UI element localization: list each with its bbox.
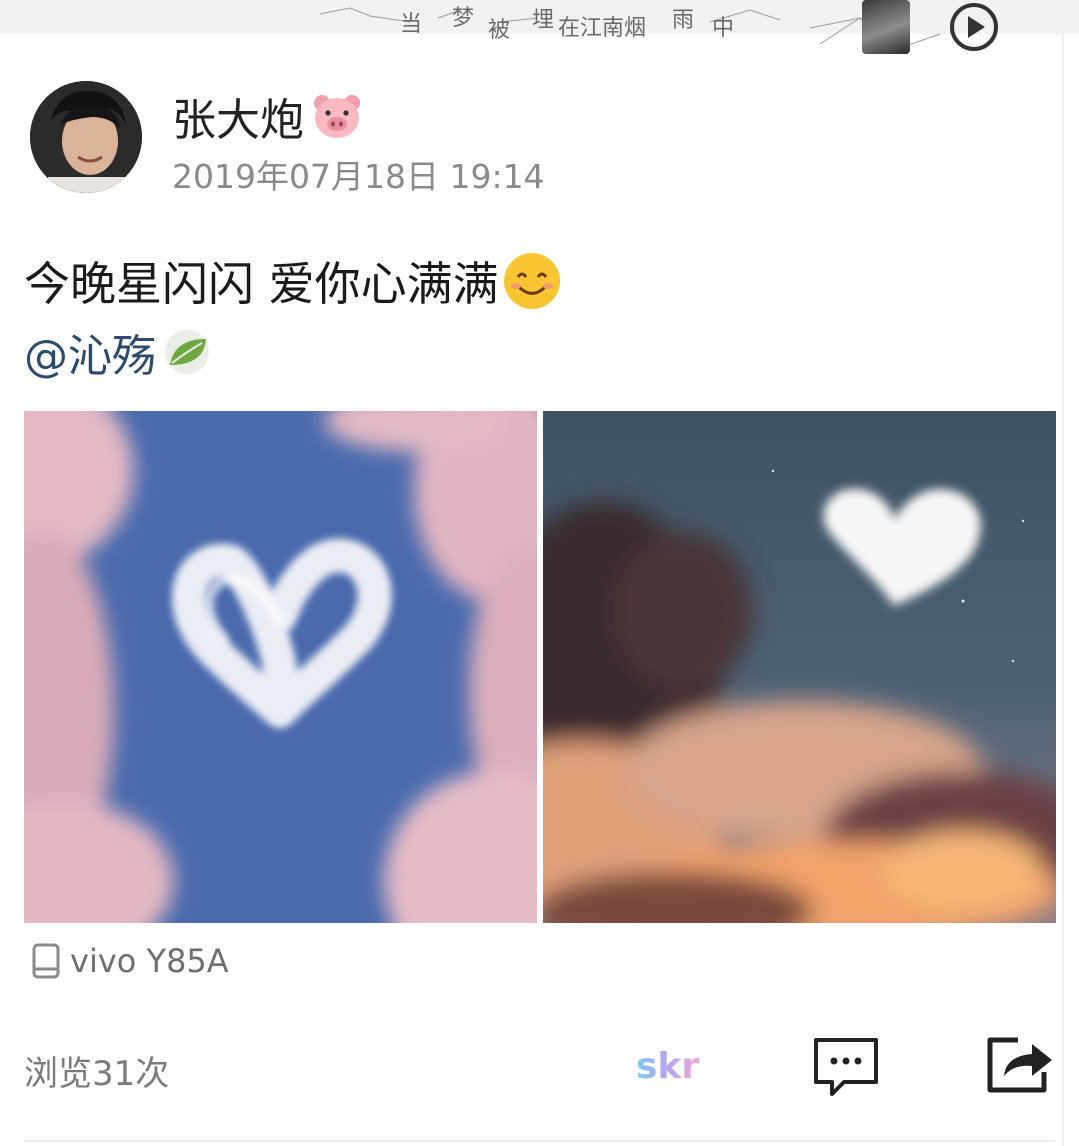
green-leaf-icon — [165, 330, 209, 374]
phone-icon — [32, 943, 60, 979]
lyrics-line: 当 梦 被 埋 在江南烟 雨 中 — [300, 0, 820, 43]
view-count: 浏览31次 — [24, 1054, 170, 1094]
lyric-char: 中 — [712, 16, 735, 41]
avatar[interactable] — [30, 81, 142, 193]
lyric-char: 在江南烟 — [558, 16, 647, 41]
post-timestamp: 2019年07月18日 19:14 — [172, 157, 545, 196]
lyric-char: 被 — [488, 18, 511, 43]
share-icon[interactable] — [984, 1034, 1056, 1096]
device-label: vivo Y85A — [70, 942, 229, 980]
pig-face-icon — [314, 95, 360, 138]
post-content: 今晚星闪闪 爱你心满满 — [24, 248, 563, 314]
post-image-heart-cloud-blue[interactable] — [24, 411, 537, 923]
lyric-char: 梦 — [452, 6, 475, 31]
comment-icon[interactable] — [810, 1036, 882, 1098]
skr-button[interactable]: skr — [632, 1040, 710, 1090]
post-image-heart-cloud-dusk[interactable] — [543, 411, 1056, 923]
play-circle-icon[interactable] — [948, 1, 1000, 53]
music-banner[interactable]: 当 梦 被 埋 在江南烟 雨 中 — [0, 0, 1079, 54]
smiling-face-icon — [503, 253, 560, 309]
lyric-char: 当 — [400, 12, 423, 37]
lyric-char: 雨 — [672, 8, 695, 33]
lyric-char: 埋 — [532, 8, 555, 33]
mention-row[interactable]: @沁殇 — [24, 320, 214, 384]
right-edge — [1062, 34, 1064, 1146]
mention-link[interactable]: @沁殇 — [24, 320, 156, 384]
artist-thumbnail[interactable] — [862, 0, 910, 54]
divider — [24, 1140, 1055, 1142]
username-text[interactable]: 张大炮 — [172, 84, 304, 148]
username[interactable]: 张大炮 — [172, 84, 364, 148]
skr-label: skr — [636, 1046, 699, 1087]
post-text: 今晚星闪闪 爱你心满满 — [24, 257, 499, 311]
device-info: vivo Y85A — [30, 942, 229, 980]
